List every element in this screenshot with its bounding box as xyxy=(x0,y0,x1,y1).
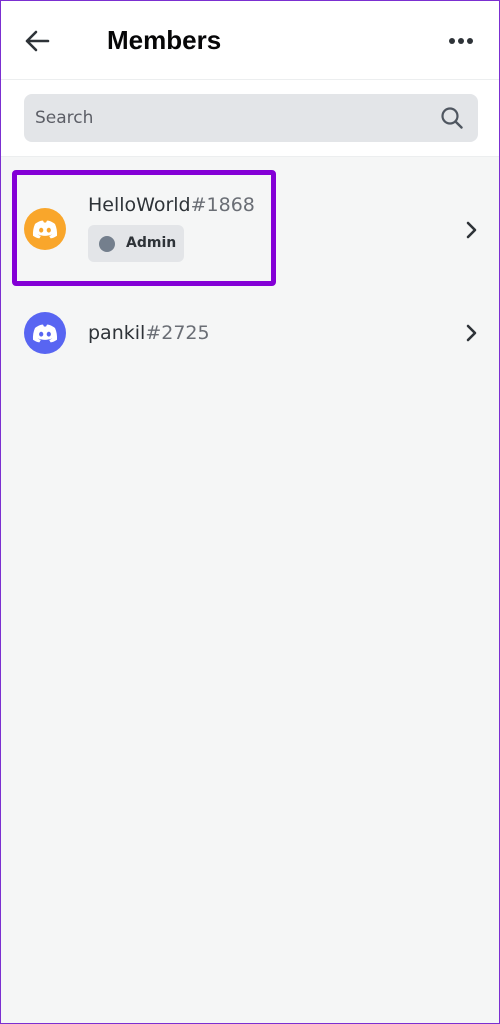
search-section xyxy=(1,80,499,157)
arrow-left-icon xyxy=(25,30,50,52)
member-username: pankil xyxy=(88,322,146,344)
member-row[interactable]: pankil#2725 xyxy=(1,299,499,367)
member-row[interactable]: HelloWorld#1868 Admin xyxy=(1,169,499,286)
member-username: HelloWorld xyxy=(88,194,191,216)
search-icon[interactable] xyxy=(440,106,464,130)
search-bar[interactable] xyxy=(24,94,478,142)
chevron-right-icon xyxy=(466,221,477,239)
more-horizontal-icon xyxy=(449,38,473,44)
role-badge: Admin xyxy=(88,225,184,262)
back-button[interactable] xyxy=(15,21,59,61)
role-color-dot xyxy=(99,236,115,252)
avatar xyxy=(24,312,66,354)
more-options-button[interactable] xyxy=(439,23,483,59)
chevron-right-icon xyxy=(466,324,477,342)
member-name: HelloWorld#1868 xyxy=(88,192,255,218)
member-tag: #1868 xyxy=(190,194,255,216)
search-input[interactable] xyxy=(35,94,425,142)
discord-logo-icon xyxy=(32,220,58,239)
member-tag: #2725 xyxy=(145,322,210,344)
member-name: pankil#2725 xyxy=(88,320,210,346)
discord-logo-icon xyxy=(32,324,58,343)
avatar xyxy=(24,208,66,250)
members-screen: Members HelloWor xyxy=(0,0,500,1024)
page-title: Members xyxy=(107,25,222,55)
header-bar: Members xyxy=(1,1,499,80)
role-label: Admin xyxy=(126,235,177,251)
